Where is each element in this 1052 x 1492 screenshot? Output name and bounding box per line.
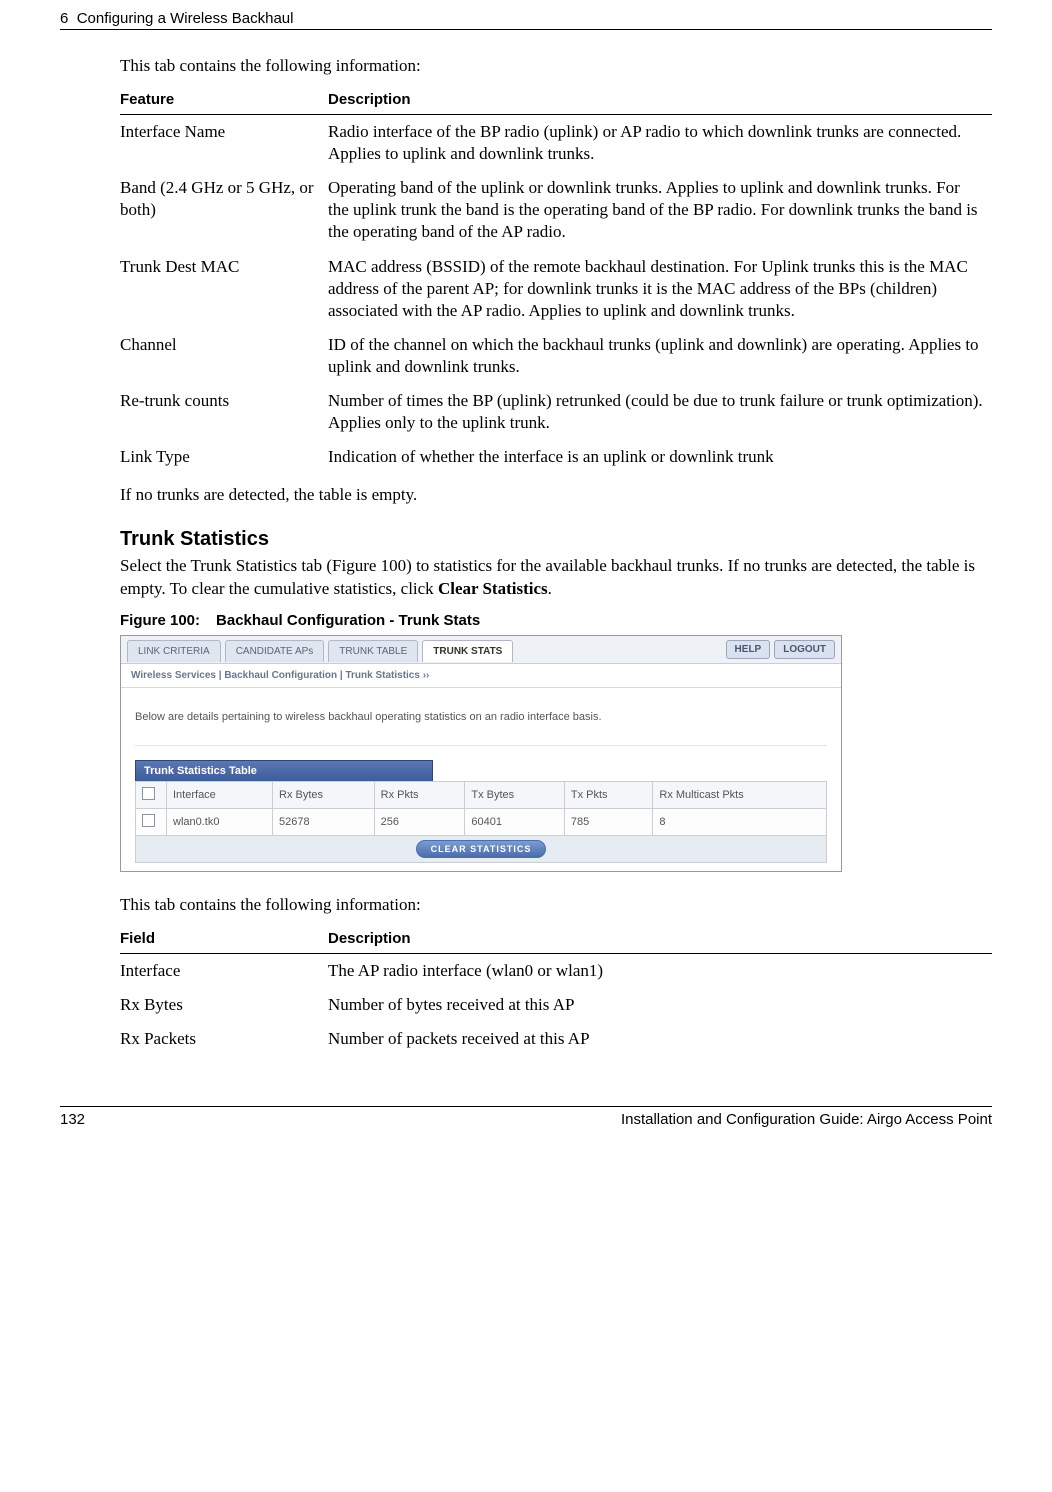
tab-link-criteria[interactable]: LINK CRITERIA	[127, 640, 221, 662]
page-footer: 132 Installation and Configuration Guide…	[60, 1106, 992, 1128]
panel-description: Below are details pertaining to wireless…	[135, 704, 827, 746]
footer-title: Installation and Configuration Guide: Ai…	[621, 1111, 992, 1128]
row-select[interactable]	[136, 808, 167, 835]
cell-tx-bytes: 60401	[465, 808, 564, 835]
desc-cell: Number of bytes received at this AP	[328, 988, 992, 1022]
table-row: Band (2.4 GHz or 5 GHz, or both) Operati…	[120, 171, 992, 249]
col-tx-pkts: Tx Pkts	[564, 781, 653, 808]
desc-cell: Radio interface of the BP radio (uplink)…	[328, 115, 992, 172]
tab-bar: LINK CRITERIA CANDIDATE APs TRUNK TABLE …	[121, 636, 841, 664]
section-text-after: .	[548, 579, 552, 598]
page-number: 132	[60, 1111, 85, 1128]
cell-tx-pkts: 785	[564, 808, 653, 835]
col-rx-bytes: Rx Bytes	[273, 781, 375, 808]
col-rx-pkts: Rx Pkts	[374, 781, 465, 808]
cell-interface: wlan0.tk0	[167, 808, 273, 835]
breadcrumb: Wireless Services | Backhaul Configurati…	[121, 664, 841, 688]
field-col-header: Field	[120, 924, 328, 954]
desc-cell: Operating band of the uplink or downlink…	[328, 171, 992, 249]
tab-trunk-stats[interactable]: TRUNK STATS	[422, 640, 513, 662]
table-row: Re-trunk counts Number of times the BP (…	[120, 384, 992, 440]
chapter-title: Configuring a Wireless Backhaul	[77, 10, 294, 27]
select-all-header[interactable]	[136, 781, 167, 808]
feature-cell: Channel	[120, 328, 328, 384]
description-col-header: Description	[328, 85, 992, 115]
feature-cell: Trunk Dest MAC	[120, 250, 328, 328]
feature-table: Feature Description Interface Name Radio…	[120, 85, 992, 474]
feature-col-header: Feature	[120, 85, 328, 115]
col-rx-multicast: Rx Multicast Pkts	[653, 781, 827, 808]
figure-label: Figure 100:	[120, 612, 200, 629]
cell-rx-multicast: 8	[653, 808, 827, 835]
feature-cell: Link Type	[120, 440, 328, 474]
section-heading: Trunk Statistics	[120, 528, 992, 551]
chapter-number: 6	[60, 10, 68, 27]
table-row: Interface The AP radio interface (wlan0 …	[120, 954, 992, 989]
desc-cell: ID of the channel on which the backhaul …	[328, 328, 992, 384]
tab-trunk-table[interactable]: TRUNK TABLE	[328, 640, 418, 662]
table-row: Link Type Indication of whether the inte…	[120, 440, 992, 474]
clear-statistics-button[interactable]: CLEAR STATISTICS	[416, 840, 547, 858]
table-row: Trunk Dest MAC MAC address (BSSID) of th…	[120, 250, 992, 328]
field-table: Field Description Interface The AP radio…	[120, 924, 992, 1056]
desc-cell: MAC address (BSSID) of the remote backha…	[328, 250, 992, 328]
table-row: Channel ID of the channel on which the b…	[120, 328, 992, 384]
section-paragraph: Select the Trunk Statistics tab (Figure …	[120, 555, 992, 599]
trunk-stats-section-bar: Trunk Statistics Table	[135, 760, 433, 781]
field-cell: Rx Bytes	[120, 988, 328, 1022]
page-header: 6 Configuring a Wireless Backhaul	[60, 0, 992, 29]
logout-button[interactable]: LOGOUT	[774, 640, 835, 659]
table-row: Rx Packets Number of packets received at…	[120, 1022, 992, 1056]
figure-title: Backhaul Configuration - Trunk Stats	[216, 612, 480, 629]
stats-row: wlan0.tk0 52678 256 60401 785 8	[136, 808, 827, 835]
checkbox-icon[interactable]	[142, 787, 155, 800]
col-tx-bytes: Tx Bytes	[465, 781, 564, 808]
help-button[interactable]: HELP	[726, 640, 771, 659]
desc-cell: Number of times the BP (uplink) retrunke…	[328, 384, 992, 440]
desc-cell: Number of packets received at this AP	[328, 1022, 992, 1056]
after-table-note: If no trunks are detected, the table is …	[120, 484, 992, 506]
cell-rx-pkts: 256	[374, 808, 465, 835]
section-text-bold: Clear Statistics	[438, 579, 548, 598]
field-cell: Rx Packets	[120, 1022, 328, 1056]
header-divider	[60, 29, 992, 30]
trunk-stats-table: Interface Rx Bytes Rx Pkts Tx Bytes Tx P…	[135, 781, 827, 836]
table-row: Rx Bytes Number of bytes received at thi…	[120, 988, 992, 1022]
checkbox-icon[interactable]	[142, 814, 155, 827]
intro-paragraph-1: This tab contains the following informat…	[120, 55, 992, 77]
clear-row: CLEAR STATISTICS	[135, 836, 827, 863]
desc-cell: Indication of whether the interface is a…	[328, 440, 992, 474]
feature-cell: Band (2.4 GHz or 5 GHz, or both)	[120, 171, 328, 249]
trunk-stats-screenshot: LINK CRITERIA CANDIDATE APs TRUNK TABLE …	[120, 635, 842, 872]
description-col-header: Description	[328, 924, 992, 954]
feature-cell: Re-trunk counts	[120, 384, 328, 440]
intro-paragraph-2: This tab contains the following informat…	[120, 894, 992, 916]
desc-cell: The AP radio interface (wlan0 or wlan1)	[328, 954, 992, 989]
cell-rx-bytes: 52678	[273, 808, 375, 835]
col-interface: Interface	[167, 781, 273, 808]
table-row: Interface Name Radio interface of the BP…	[120, 115, 992, 172]
tab-candidate-aps[interactable]: CANDIDATE APs	[225, 640, 325, 662]
feature-cell: Interface Name	[120, 115, 328, 172]
figure-caption: Figure 100: Backhaul Configuration - Trun…	[120, 612, 992, 629]
field-cell: Interface	[120, 954, 328, 989]
